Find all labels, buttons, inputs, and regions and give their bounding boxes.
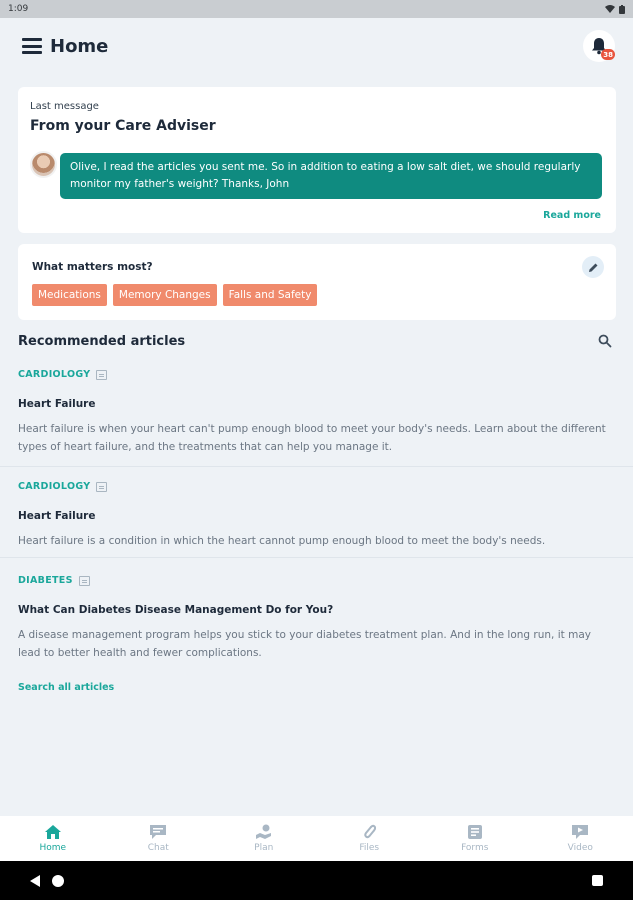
chip-medications[interactable]: Medications: [32, 284, 107, 306]
article-title: Heart Failure: [18, 398, 96, 410]
nav-chat[interactable]: Chat: [106, 816, 212, 861]
document-icon: [78, 575, 90, 586]
recommended-header: Recommended articles: [18, 334, 616, 352]
pencil-icon: [588, 263, 597, 272]
system-icons: [605, 4, 625, 14]
chip-memory-changes[interactable]: Memory Changes: [112, 284, 217, 306]
what-matters-card: What matters most? Medications Memory Ch…: [18, 244, 616, 320]
nav-video[interactable]: Video: [528, 816, 633, 861]
page-title: Home: [50, 35, 109, 57]
article-category: CARDIOLOGY: [18, 369, 615, 380]
nav-files-label: Files: [359, 843, 380, 853]
article-title: What Can Diabetes Disease Management Do …: [18, 604, 334, 616]
article-item[interactable]: DIABETES What Can Diabetes Disease Manag…: [0, 575, 633, 665]
status-bar: 1:09: [0, 0, 633, 18]
care-adviser-avatar: [30, 151, 57, 178]
nav-forms-label: Forms: [461, 843, 489, 853]
document-icon: [96, 481, 108, 492]
last-message-label: Last message: [30, 101, 99, 112]
article-description: Heart failure is when your heart can't p…: [18, 423, 606, 453]
nav-plan[interactable]: Plan: [211, 816, 317, 861]
article-description: A disease management program helps you s…: [18, 629, 591, 659]
article-item[interactable]: CARDIOLOGY Heart Failure Heart failure i…: [0, 369, 633, 467]
read-more-link[interactable]: Read more: [543, 210, 601, 221]
notification-badge: 38: [601, 49, 615, 60]
chip-falls-safety[interactable]: Falls and Safety: [222, 284, 318, 306]
last-message-title: From your Care Adviser: [30, 118, 216, 134]
article-category-label: DIABETES: [18, 575, 73, 586]
plan-icon: [255, 824, 271, 839]
home-circle-icon[interactable]: [52, 874, 64, 887]
back-icon[interactable]: [30, 874, 40, 887]
article-category: CARDIOLOGY: [18, 481, 615, 492]
search-all-articles-link[interactable]: Search all articles: [18, 682, 114, 693]
nav-plan-label: Plan: [254, 843, 274, 853]
system-navigation-bar: [0, 861, 633, 900]
notifications-button[interactable]: 38: [583, 30, 615, 62]
files-icon: [364, 824, 377, 839]
recent-apps-icon[interactable]: [592, 875, 603, 886]
nav-forms[interactable]: Forms: [422, 816, 528, 861]
search-icon[interactable]: [598, 334, 612, 348]
recommended-title: Recommended articles: [18, 334, 186, 349]
chat-icon: [150, 825, 167, 839]
document-icon: [96, 369, 108, 380]
battery-icon: [619, 4, 625, 14]
last-message-card: Last message From your Care Adviser Oliv…: [18, 87, 616, 233]
article-category: DIABETES: [18, 575, 615, 586]
status-time: 1:09: [8, 4, 29, 14]
message-bubble[interactable]: Olive, I read the articles you sent me. …: [60, 153, 602, 199]
video-icon: [572, 825, 589, 839]
article-category-label: CARDIOLOGY: [18, 481, 91, 492]
edit-matters-button[interactable]: [582, 256, 604, 278]
what-matters-title: What matters most?: [32, 261, 153, 273]
menu-icon[interactable]: [22, 38, 42, 54]
forms-icon: [467, 825, 482, 839]
bottom-navigation: Home Chat Plan Files Forms Video: [0, 816, 633, 861]
nav-home[interactable]: Home: [0, 816, 106, 861]
nav-files[interactable]: Files: [317, 816, 423, 861]
nav-chat-label: Chat: [147, 843, 169, 853]
home-icon: [44, 825, 61, 839]
nav-video-label: Video: [567, 843, 593, 853]
nav-home-label: Home: [39, 843, 67, 853]
article-title: Heart Failure: [18, 510, 96, 522]
article-item[interactable]: CARDIOLOGY Heart Failure Heart failure i…: [0, 481, 633, 558]
article-category-label: CARDIOLOGY: [18, 369, 91, 380]
article-description: Heart failure is a condition in which th…: [18, 535, 546, 547]
app-bar: Home 38: [0, 18, 633, 74]
matters-chips: Medications Memory Changes Falls and Saf…: [32, 284, 318, 306]
wifi-icon: [605, 5, 615, 13]
